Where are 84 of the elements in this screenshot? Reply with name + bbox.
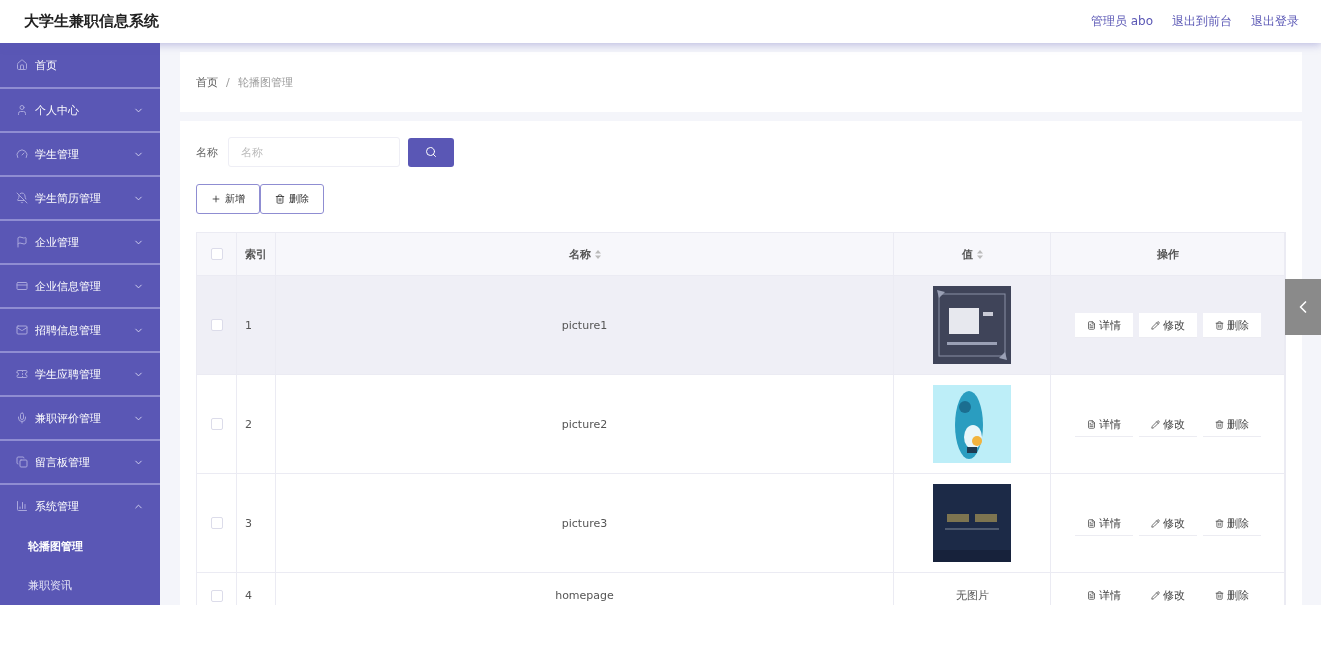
menu-icon (16, 59, 28, 71)
action-button[interactable]: 修改 (1138, 412, 1197, 436)
search-button[interactable] (408, 137, 454, 167)
document-icon (1086, 591, 1096, 600)
table-cell: 无图片 (955, 588, 989, 603)
menu-icon (16, 236, 28, 248)
table-cell: 3 (245, 516, 252, 530)
pencil-icon (1150, 419, 1160, 429)
header-link[interactable]: 管理员 abo (1090, 13, 1153, 30)
trash-icon (275, 194, 285, 204)
header-link[interactable]: 退出到前台 (1172, 13, 1232, 30)
action-button[interactable]: 详情 (1074, 511, 1133, 535)
trash-icon (1214, 419, 1224, 429)
sidebar-item[interactable]: 首页 (0, 43, 160, 87)
menu-icon (16, 412, 28, 424)
search-field[interactable]: 名称 (228, 137, 400, 167)
menu-icon (16, 324, 28, 336)
menu-label: 首页 (35, 57, 58, 73)
column-header[interactable]: 名称 (568, 246, 591, 262)
add-button[interactable]: 新增 (196, 184, 260, 214)
table-cell: picture2 (561, 417, 608, 431)
menu-label: 留言板管理 (35, 454, 91, 470)
action-button[interactable]: 删除 (1202, 412, 1261, 436)
pencil-icon (1150, 320, 1160, 330)
sort-icon[interactable] (976, 249, 983, 259)
menu-label: 学生管理 (35, 146, 80, 162)
menu-label: 企业管理 (35, 234, 80, 250)
checkbox[interactable] (210, 517, 223, 529)
action-button[interactable]: 删除 (1202, 583, 1261, 605)
action-button[interactable]: 修改 (1138, 583, 1197, 605)
action-button[interactable]: 删除 (1202, 313, 1261, 337)
app-title: 大学生兼职信息系统 (24, 12, 159, 31)
menu-label: 学生应聘管理 (35, 366, 102, 382)
column-header: 索引 (245, 246, 267, 262)
action-button[interactable]: 详情 (1074, 313, 1133, 337)
checkbox[interactable] (210, 589, 223, 602)
search-icon (425, 146, 437, 158)
collapse-tab[interactable] (1285, 279, 1321, 335)
menu-icon (16, 280, 28, 292)
document-icon (1086, 518, 1096, 528)
header-link[interactable]: 退出登录 (1251, 13, 1299, 30)
menu-icon (16, 456, 28, 468)
menu-label: 招聘信息管理 (35, 322, 102, 338)
menu-icon (16, 192, 28, 204)
menu-icon (16, 148, 28, 160)
menu-label: 企业信息管理 (35, 278, 102, 294)
menu-label: 系统管理 (35, 498, 80, 514)
submenu-item[interactable]: 兼职资讯 (0, 566, 160, 605)
column-header: 操作 (1156, 246, 1179, 262)
sort-icon[interactable] (594, 249, 601, 259)
trash-icon (1214, 591, 1224, 600)
delete-button[interactable]: 删除 (260, 184, 324, 214)
checkbox[interactable] (210, 418, 223, 430)
document-icon (1086, 320, 1096, 330)
action-button[interactable]: 修改 (1138, 313, 1197, 337)
column-header[interactable]: 值 (961, 246, 973, 262)
action-button[interactable]: 修改 (1138, 511, 1197, 535)
action-button[interactable]: 详情 (1074, 412, 1133, 436)
plus-icon (211, 194, 221, 204)
menu-icon (16, 500, 28, 512)
action-button[interactable]: 删除 (1202, 511, 1261, 535)
menu-icon (16, 104, 28, 116)
table-cell: 1 (245, 318, 252, 332)
breadcrumb-item[interactable]: 首页 (196, 74, 218, 90)
action-button[interactable]: 详情 (1074, 583, 1133, 605)
menu-label: 兼职评价管理 (35, 410, 102, 426)
menu-label: 学生简历管理 (35, 190, 102, 206)
menu-label: 个人中心 (35, 102, 80, 118)
table-cell: 2 (245, 417, 252, 431)
table-cell: picture3 (561, 516, 608, 530)
trash-icon (1214, 320, 1224, 330)
submenu-item[interactable]: 轮播图管理 (0, 527, 160, 566)
table-cell: 4 (245, 589, 252, 602)
pencil-icon (1150, 591, 1160, 600)
menu-icon (16, 368, 28, 380)
pencil-icon (1150, 518, 1160, 528)
breadcrumb-separator: / (226, 75, 230, 89)
table-cell: homepage (555, 589, 614, 602)
trash-icon (1214, 518, 1224, 528)
document-icon (1086, 419, 1096, 429)
checkbox[interactable] (210, 248, 223, 260)
field-label: 名称 (196, 144, 218, 160)
table-cell: picture1 (561, 318, 608, 332)
checkbox[interactable] (210, 319, 223, 331)
